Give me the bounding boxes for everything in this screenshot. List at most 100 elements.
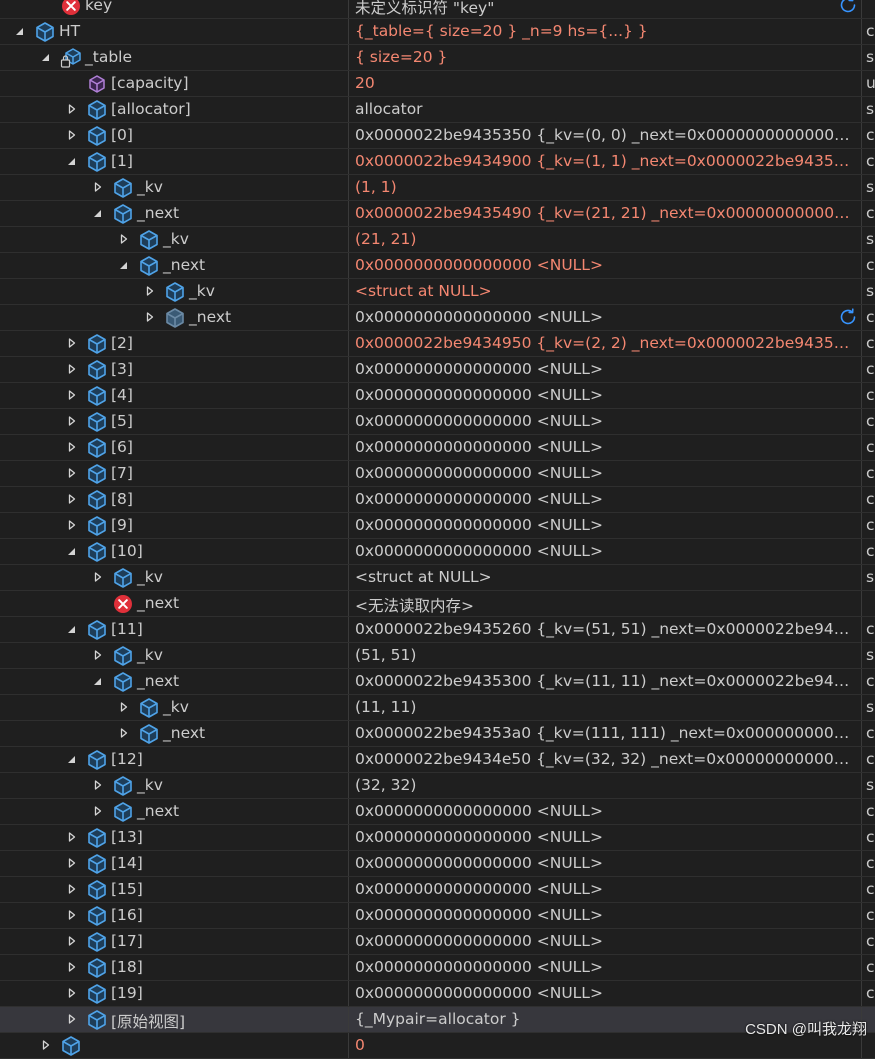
- collapse-toggle-icon[interactable]: [119, 260, 128, 270]
- watch-row[interactable]: _kv <struct at NULL> s: [0, 279, 875, 305]
- watch-row[interactable]: _next 0x0000022be94353a0 {_kv=(111, 111) …: [0, 721, 875, 747]
- watch-row[interactable]: _table { size=20 } s: [0, 45, 875, 71]
- expand-toggle-icon[interactable]: [67, 494, 76, 504]
- expand-toggle-icon[interactable]: [145, 286, 154, 296]
- expand-toggle-icon[interactable]: [67, 936, 76, 946]
- watch-row[interactable]: [18] 0x0000000000000000 <NULL> c: [0, 955, 875, 981]
- expand-toggle-icon[interactable]: [67, 468, 76, 478]
- variable-value[interactable]: 0x0000022be9435350 {_kv=(0, 0) _next=0x0…: [355, 126, 857, 144]
- variable-value[interactable]: 0x0000000000000000 <NULL>: [355, 828, 857, 846]
- refresh-icon[interactable]: [837, 306, 859, 328]
- variable-value[interactable]: 0x0000000000000000 <NULL>: [355, 360, 857, 378]
- variable-value[interactable]: 0x0000000000000000 <NULL>: [355, 386, 857, 404]
- expand-toggle-icon[interactable]: [145, 312, 154, 322]
- watch-row[interactable]: [15] 0x0000000000000000 <NULL> c: [0, 877, 875, 903]
- expand-toggle-icon[interactable]: [119, 728, 128, 738]
- collapse-toggle-icon[interactable]: [67, 546, 76, 556]
- watch-row[interactable]: [19] 0x0000000000000000 <NULL> c: [0, 981, 875, 1007]
- variable-value[interactable]: 0x0000000000000000 <NULL>: [355, 516, 857, 534]
- variable-value[interactable]: <struct at NULL>: [355, 568, 857, 586]
- watch-row[interactable]: [9] 0x0000000000000000 <NULL> c: [0, 513, 875, 539]
- variable-value[interactable]: 0x0000022be9435490 {_kv=(21, 21) _next=0…: [355, 204, 857, 222]
- watch-row[interactable]: key 未定义标识符 "key": [0, 0, 875, 19]
- watch-row[interactable]: [11] 0x0000022be9435260 {_kv=(51, 51) _ne…: [0, 617, 875, 643]
- watch-row[interactable]: [16] 0x0000000000000000 <NULL> c: [0, 903, 875, 929]
- expand-toggle-icon[interactable]: [119, 702, 128, 712]
- collapse-toggle-icon[interactable]: [93, 208, 102, 218]
- watch-row[interactable]: _next 0x0000000000000000 <NULL> c: [0, 305, 875, 331]
- expand-toggle-icon[interactable]: [41, 1040, 50, 1050]
- collapse-toggle-icon[interactable]: [67, 754, 76, 764]
- expand-toggle-icon[interactable]: [93, 182, 102, 192]
- watch-row[interactable]: _next 0x0000000000000000 <NULL> c: [0, 799, 875, 825]
- variable-value[interactable]: 0x0000000000000000 <NULL>: [355, 932, 857, 950]
- watch-row[interactable]: [17] 0x0000000000000000 <NULL> c: [0, 929, 875, 955]
- expand-toggle-icon[interactable]: [119, 234, 128, 244]
- expand-toggle-icon[interactable]: [67, 1014, 76, 1024]
- expand-toggle-icon[interactable]: [67, 442, 76, 452]
- watch-row[interactable]: _kv (21, 21) s: [0, 227, 875, 253]
- collapse-toggle-icon[interactable]: [67, 156, 76, 166]
- collapse-toggle-icon[interactable]: [67, 624, 76, 634]
- watch-row[interactable]: HT {_table={ size=20 } _n=9 hs={...} } c: [0, 19, 875, 45]
- watch-row[interactable]: _next <无法读取内存>: [0, 591, 875, 617]
- watch-row[interactable]: _kv <struct at NULL> s: [0, 565, 875, 591]
- variable-value[interactable]: 未定义标识符 "key": [355, 0, 857, 18]
- collapse-toggle-icon[interactable]: [93, 676, 102, 686]
- watch-row[interactable]: [14] 0x0000000000000000 <NULL> c: [0, 851, 875, 877]
- variable-value[interactable]: 0x0000000000000000 <NULL>: [355, 802, 857, 820]
- collapse-toggle-icon[interactable]: [41, 52, 50, 62]
- watch-row[interactable]: [1] 0x0000022be9434900 {_kv=(1, 1) _next=…: [0, 149, 875, 175]
- variable-value[interactable]: (32, 32): [355, 776, 857, 794]
- variable-value[interactable]: 0x0000000000000000 <NULL>: [355, 490, 857, 508]
- variable-value[interactable]: 0x0000000000000000 <NULL>: [355, 464, 857, 482]
- expand-toggle-icon[interactable]: [67, 884, 76, 894]
- watch-row[interactable]: [4] 0x0000000000000000 <NULL> c: [0, 383, 875, 409]
- expand-toggle-icon[interactable]: [67, 832, 76, 842]
- watch-row[interactable]: [6] 0x0000000000000000 <NULL> c: [0, 435, 875, 461]
- watch-row[interactable]: 0: [0, 1033, 875, 1059]
- variable-value[interactable]: 0x0000000000000000 <NULL>: [355, 308, 857, 326]
- variable-value[interactable]: 0x0000022be9434900 {_kv=(1, 1) _next=0x0…: [355, 152, 857, 170]
- watch-row[interactable]: _kv (32, 32) s: [0, 773, 875, 799]
- expand-toggle-icon[interactable]: [93, 780, 102, 790]
- expand-toggle-icon[interactable]: [67, 390, 76, 400]
- watch-row[interactable]: _next 0x0000022be9435300 {_kv=(11, 11) _n…: [0, 669, 875, 695]
- variable-value[interactable]: 0x0000022be9435300 {_kv=(11, 11) _next=0…: [355, 672, 857, 690]
- expand-toggle-icon[interactable]: [67, 520, 76, 530]
- watch-row[interactable]: [2] 0x0000022be9434950 {_kv=(2, 2) _next=…: [0, 331, 875, 357]
- refresh-icon[interactable]: [837, 0, 859, 16]
- expand-toggle-icon[interactable]: [67, 364, 76, 374]
- expand-toggle-icon[interactable]: [67, 130, 76, 140]
- variable-value[interactable]: { size=20 }: [355, 48, 857, 66]
- watch-row[interactable]: [7] 0x0000000000000000 <NULL> c: [0, 461, 875, 487]
- variable-value[interactable]: 0x0000000000000000 <NULL>: [355, 412, 857, 430]
- variable-value[interactable]: 0x0000022be9434950 {_kv=(2, 2) _next=0x0…: [355, 334, 857, 352]
- watch-row[interactable]: _kv (1, 1) s: [0, 175, 875, 201]
- watch-row[interactable]: [12] 0x0000022be9434e50 {_kv=(32, 32) _ne…: [0, 747, 875, 773]
- variable-value[interactable]: 0x0000000000000000 <NULL>: [355, 256, 857, 274]
- watch-row[interactable]: [5] 0x0000000000000000 <NULL> c: [0, 409, 875, 435]
- expand-toggle-icon[interactable]: [67, 988, 76, 998]
- watch-row[interactable]: _next 0x0000000000000000 <NULL> c: [0, 253, 875, 279]
- watch-row[interactable]: [0] 0x0000022be9435350 {_kv=(0, 0) _next=…: [0, 123, 875, 149]
- expand-toggle-icon[interactable]: [67, 416, 76, 426]
- variable-value[interactable]: {_table={ size=20 } _n=9 hs={...} }: [355, 22, 857, 40]
- expand-toggle-icon[interactable]: [93, 650, 102, 660]
- variable-value[interactable]: 0x0000000000000000 <NULL>: [355, 984, 857, 1002]
- expand-toggle-icon[interactable]: [67, 104, 76, 114]
- collapse-toggle-icon[interactable]: [15, 26, 24, 36]
- variable-value[interactable]: 0x0000000000000000 <NULL>: [355, 880, 857, 898]
- watch-row[interactable]: [8] 0x0000000000000000 <NULL> c: [0, 487, 875, 513]
- variable-value[interactable]: 0x0000000000000000 <NULL>: [355, 438, 857, 456]
- variable-value[interactable]: 0x0000000000000000 <NULL>: [355, 854, 857, 872]
- watch-row[interactable]: [原始视图] {_Mypair=allocator }: [0, 1007, 875, 1033]
- watch-row[interactable]: _next 0x0000022be9435490 {_kv=(21, 21) _n…: [0, 201, 875, 227]
- expand-toggle-icon[interactable]: [67, 910, 76, 920]
- variable-value[interactable]: 20: [355, 74, 857, 92]
- variable-value[interactable]: 0x0000000000000000 <NULL>: [355, 542, 857, 560]
- variable-value[interactable]: (1, 1): [355, 178, 857, 196]
- variable-value[interactable]: 0x0000022be9435260 {_kv=(51, 51) _next=0…: [355, 620, 857, 638]
- watch-row[interactable]: [capacity] 20 u: [0, 71, 875, 97]
- variable-value[interactable]: (21, 21): [355, 230, 857, 248]
